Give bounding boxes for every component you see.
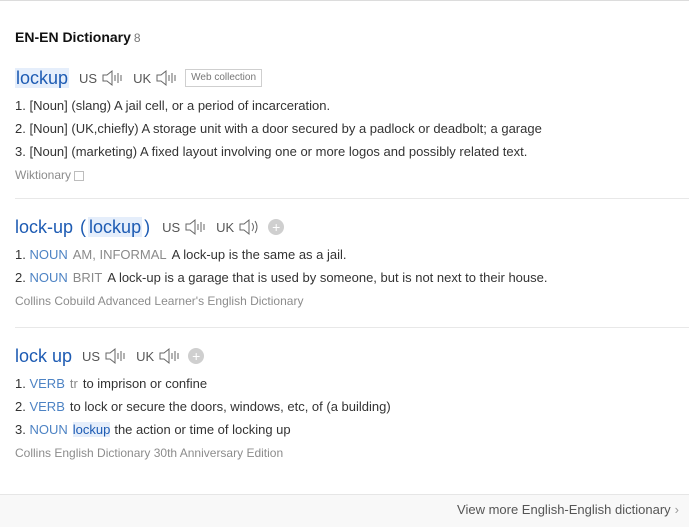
us-label: US <box>162 219 181 235</box>
us-label: US <box>82 348 101 364</box>
definition: 2. [Noun] (UK,chiefly) A storage unit wi… <box>15 121 542 136</box>
us-label: US <box>79 70 98 86</box>
add-icon[interactable]: + <box>188 348 205 364</box>
headword[interactable]: lock-up (lockup) <box>15 216 152 238</box>
add-icon[interactable]: + <box>268 219 285 235</box>
source-label: Collins English Dictionary 30th Annivers… <box>15 446 284 460</box>
pron-uk: UK <box>216 218 260 236</box>
divider <box>15 327 689 328</box>
dictionary-panel: EN-EN Dictionary 8 lockup US UK Web coll… <box>0 1 689 527</box>
cross-reference-link[interactable]: lockup <box>72 422 111 437</box>
entry-lockup: lockup US UK Web collection 1. [Noun] (s… <box>15 66 675 185</box>
definition: 1. NOUN AM, INFORMAL A lock-up is the same… <box>15 247 347 262</box>
part-of-speech: NOUN <box>29 270 68 285</box>
speaker-icon[interactable] <box>184 218 206 236</box>
speaker-icon[interactable] <box>158 347 180 365</box>
headword[interactable]: lock up <box>15 346 72 367</box>
grammar-label: BRIT <box>72 270 103 285</box>
divider <box>15 198 689 199</box>
entry-lock-up: lock-up (lockup) US UK + 1. NOUN AM, INF… <box>15 215 675 311</box>
uk-label: UK <box>136 348 155 364</box>
definition: 3. NOUN lockup the action or time of locki… <box>15 422 291 437</box>
uk-label: UK <box>216 219 235 235</box>
definition: 2. NOUN BRIT A lock-up is a garage that is… <box>15 270 548 285</box>
grammar-label: AM, INFORMAL <box>72 247 167 262</box>
definition: 1. VERB tr to imprison or confine <box>15 376 208 391</box>
source-label: Collins Cobuild Advanced Learner's Engli… <box>15 294 304 308</box>
footer-bar: View more English-English dictionary › <box>0 494 689 527</box>
speaker-icon[interactable] <box>238 218 260 236</box>
result-count: 8 <box>133 31 141 45</box>
definition: 1. [Noun] (slang) A jail cell, or a peri… <box>15 98 331 113</box>
speaker-icon[interactable] <box>104 347 126 365</box>
speaker-icon[interactable] <box>155 69 177 87</box>
view-more-link[interactable]: View more English-English dictionary › <box>457 502 679 517</box>
part-of-speech: VERB <box>29 376 65 391</box>
panel-header: EN-EN Dictionary 8 <box>15 29 141 45</box>
headword[interactable]: lockup <box>15 67 70 89</box>
definition: 2. VERB to lock or secure the doors, wind… <box>15 399 391 414</box>
definition: 3. [Noun] (marketing) A fixed layout inv… <box>15 144 528 159</box>
pron-uk: UK <box>133 69 177 87</box>
source-label: Wiktionary <box>15 165 675 185</box>
chevron-right-icon: › <box>674 502 679 517</box>
web-collection-tag[interactable]: Web collection <box>185 69 263 87</box>
alt-headword: lockup <box>88 216 143 237</box>
speaker-icon[interactable] <box>101 69 123 87</box>
panel-title: EN-EN Dictionary <box>15 29 131 45</box>
uk-label: UK <box>133 70 152 86</box>
entry-lock-up-phrasal: lock up US UK + 1. VERB tr to imprison o… <box>15 344 675 463</box>
pron-us: US <box>79 69 123 87</box>
pron-us: US <box>162 218 206 236</box>
entry-header: lockup US UK Web collection <box>15 66 675 90</box>
external-link-icon[interactable] <box>74 170 85 181</box>
pron-us: US <box>82 347 126 365</box>
entry-header: lock-up (lockup) US UK + <box>15 215 675 239</box>
grammar-label: tr <box>69 376 78 391</box>
part-of-speech: NOUN <box>29 247 68 262</box>
pron-uk: UK <box>136 347 180 365</box>
entry-header: lock up US UK + <box>15 344 675 368</box>
part-of-speech: VERB <box>29 399 65 414</box>
part-of-speech: NOUN <box>29 422 68 437</box>
